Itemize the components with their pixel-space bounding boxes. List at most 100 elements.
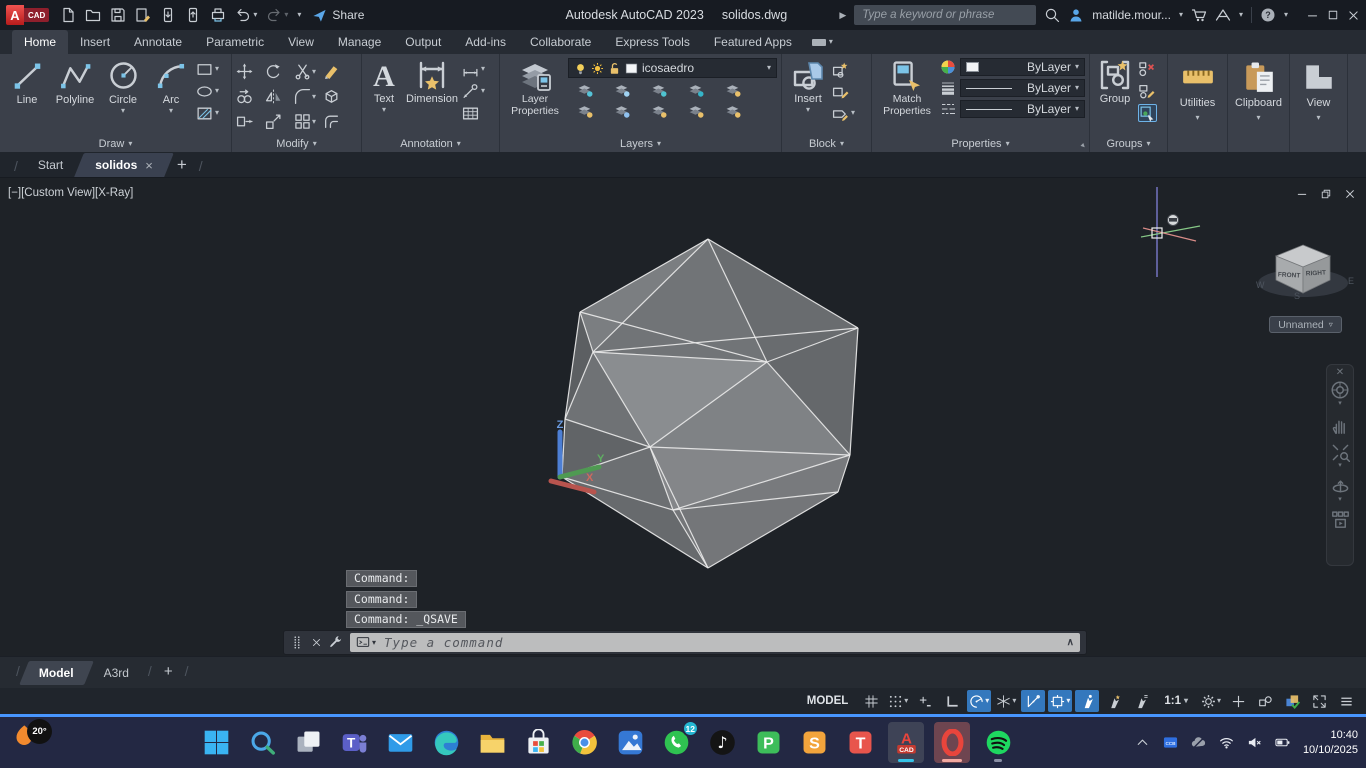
tray-tray-expand[interactable]: [1135, 735, 1150, 750]
text-button[interactable]: AText▾: [366, 57, 402, 114]
status-ortho-mode[interactable]: [940, 690, 964, 712]
window-maximize-button[interactable]: [1327, 9, 1339, 21]
status-object-snap-tracking[interactable]: [1021, 690, 1045, 712]
tray-battery[interactable]: [1275, 735, 1290, 750]
search-scope-arrow[interactable]: ▶: [839, 10, 846, 21]
window-minimize-button[interactable]: [1306, 9, 1319, 22]
tray-onedrive-paused[interactable]: [1191, 735, 1206, 750]
taskbar-microsoft-store[interactable]: [520, 722, 556, 763]
ribbon-tab-insert[interactable]: Insert: [68, 30, 122, 54]
taskbar-spotify[interactable]: [980, 722, 1016, 763]
command-palette-close-icon[interactable]: [311, 634, 322, 652]
clipboard-flyout-button[interactable]: Clipboard▾: [1228, 54, 1289, 152]
panel-title-groups[interactable]: Groups▾: [1090, 135, 1167, 152]
open-file-button[interactable]: [85, 7, 101, 23]
ribbon-tab-express-tools[interactable]: Express Tools: [603, 30, 701, 54]
zoom-button[interactable]: [1331, 443, 1350, 462]
layer-thaw-button[interactable]: [642, 102, 676, 120]
new-drawing-button[interactable]: +: [169, 155, 195, 177]
taskbar-photos[interactable]: [612, 722, 648, 763]
group-button[interactable]: Group: [1094, 57, 1136, 106]
layer-freeze-button[interactable]: [642, 81, 676, 99]
dimension-button[interactable]: Dimension: [404, 57, 460, 106]
trim-button[interactable]: ▾: [294, 59, 323, 84]
command-input-bar[interactable]: ▾ ∧: [350, 633, 1080, 652]
command-palette-grip[interactable]: [290, 634, 304, 652]
taskbar-wps-writer[interactable]: T: [842, 722, 878, 763]
status-autoscale[interactable]: [1102, 690, 1126, 712]
layer-color-swatch[interactable]: [625, 61, 638, 75]
undo-button[interactable]: ▾: [235, 7, 257, 23]
insert-block-button[interactable]: Insert▾: [786, 57, 830, 114]
new-layout-button[interactable]: +: [156, 663, 181, 682]
hatch-button[interactable]: ▾: [196, 104, 219, 122]
pan-button[interactable]: [1331, 416, 1350, 435]
ribbon-tab-home[interactable]: Home: [12, 30, 68, 54]
help-icon[interactable]: ?: [1260, 6, 1276, 24]
multileader-button[interactable]: ▾: [462, 82, 485, 100]
save-as-button[interactable]: [135, 7, 151, 23]
object-color-icon[interactable]: [940, 58, 956, 76]
ribbon-tab-collaborate[interactable]: Collaborate: [518, 30, 603, 54]
utilities-flyout-button[interactable]: Utilities▾: [1168, 54, 1227, 152]
taskbar-teams[interactable]: T: [336, 722, 372, 763]
command-input[interactable]: [382, 634, 1061, 651]
status-workspace-switching[interactable]: ▾: [1199, 690, 1223, 712]
taskbar-start[interactable]: [198, 722, 234, 763]
ribbon-tab-add-ins[interactable]: Add-ins: [453, 30, 518, 54]
stretch-button[interactable]: [236, 109, 265, 134]
ribbon-tab-manage[interactable]: Manage: [326, 30, 393, 54]
taskbar-mail[interactable]: [382, 722, 418, 763]
user-menu-arrow[interactable]: ▾: [1179, 11, 1183, 19]
ribbon-tab-view[interactable]: View: [276, 30, 326, 54]
fillet-button[interactable]: ▾: [294, 84, 323, 109]
layer-on-button[interactable]: [568, 102, 602, 120]
drawing-minimize-button[interactable]: [1296, 188, 1308, 200]
zoom-arrow[interactable]: ▾: [1338, 462, 1342, 470]
new-file-button[interactable]: [60, 7, 76, 23]
ribbon-collapse-button[interactable]: ▾: [812, 30, 833, 54]
ribbon-tab-annotate[interactable]: Annotate: [122, 30, 194, 54]
status-annotation-visibility[interactable]: [1075, 690, 1099, 712]
status-isometric-drafting[interactable]: ▾: [994, 690, 1018, 712]
match-properties-button[interactable]: Match Properties: [876, 57, 938, 117]
show-motion-button[interactable]: [1331, 510, 1350, 529]
dimension-linear-button[interactable]: ▾: [462, 60, 485, 78]
taskbar-edge[interactable]: [428, 722, 464, 763]
layer-properties-button[interactable]: Layer Properties: [504, 57, 566, 117]
orbit-button[interactable]: [1331, 477, 1350, 496]
status-dynamic-input[interactable]: [913, 690, 937, 712]
plot-button[interactable]: [210, 7, 226, 23]
layer-delete-button[interactable]: [716, 102, 750, 120]
signed-in-user[interactable]: matilde.mour...: [1092, 8, 1171, 22]
ribbon-tab-output[interactable]: Output: [393, 30, 453, 54]
taskbar-autocad[interactable]: ACAD: [888, 722, 924, 763]
panel-title-block[interactable]: Block▾: [782, 135, 871, 152]
layout-tab-a3rd[interactable]: A3rd: [89, 661, 144, 685]
file-tab-solidos[interactable]: solidos×: [79, 153, 169, 177]
rotate-button[interactable]: [265, 59, 294, 84]
group-selection-on-button[interactable]: [1138, 104, 1157, 122]
navigation-wheel-arrow[interactable]: ▾: [1338, 400, 1342, 408]
status-polar-tracking[interactable]: ▾: [967, 690, 991, 712]
layer-isolate-button[interactable]: [605, 81, 639, 99]
layer-dropdown[interactable]: icosaedro▾: [568, 58, 777, 78]
taskbar-wps-presentation[interactable]: P: [750, 722, 786, 763]
tray-wifi[interactable]: [1219, 735, 1234, 750]
taskbar-search[interactable]: [244, 722, 280, 763]
status-annotation-scale-sync[interactable]: [1129, 690, 1153, 712]
taskbar-clock[interactable]: 10:40 10/10/2025: [1303, 728, 1358, 758]
status-annotation-scale[interactable]: 1:1▾: [1156, 690, 1196, 712]
file-tab-start[interactable]: Start: [22, 153, 79, 177]
status-model-space[interactable]: MODEL: [799, 690, 857, 712]
status-annotation-monitor[interactable]: [1226, 690, 1250, 712]
recent-commands-button[interactable]: ▾: [356, 634, 376, 652]
autocad-app-button[interactable]: A CAD: [6, 5, 49, 25]
navbar-close-icon[interactable]: ✕: [1336, 367, 1344, 378]
line-button[interactable]: Line: [4, 57, 50, 107]
dialog-launcher-icon[interactable]: ▾: [1078, 141, 1087, 150]
circle-button[interactable]: Circle▾: [100, 57, 146, 115]
share-button[interactable]: Share: [312, 7, 364, 22]
lineweight-dropdown[interactable]: ByLayer▾: [960, 79, 1085, 97]
table-button[interactable]: [462, 104, 485, 122]
